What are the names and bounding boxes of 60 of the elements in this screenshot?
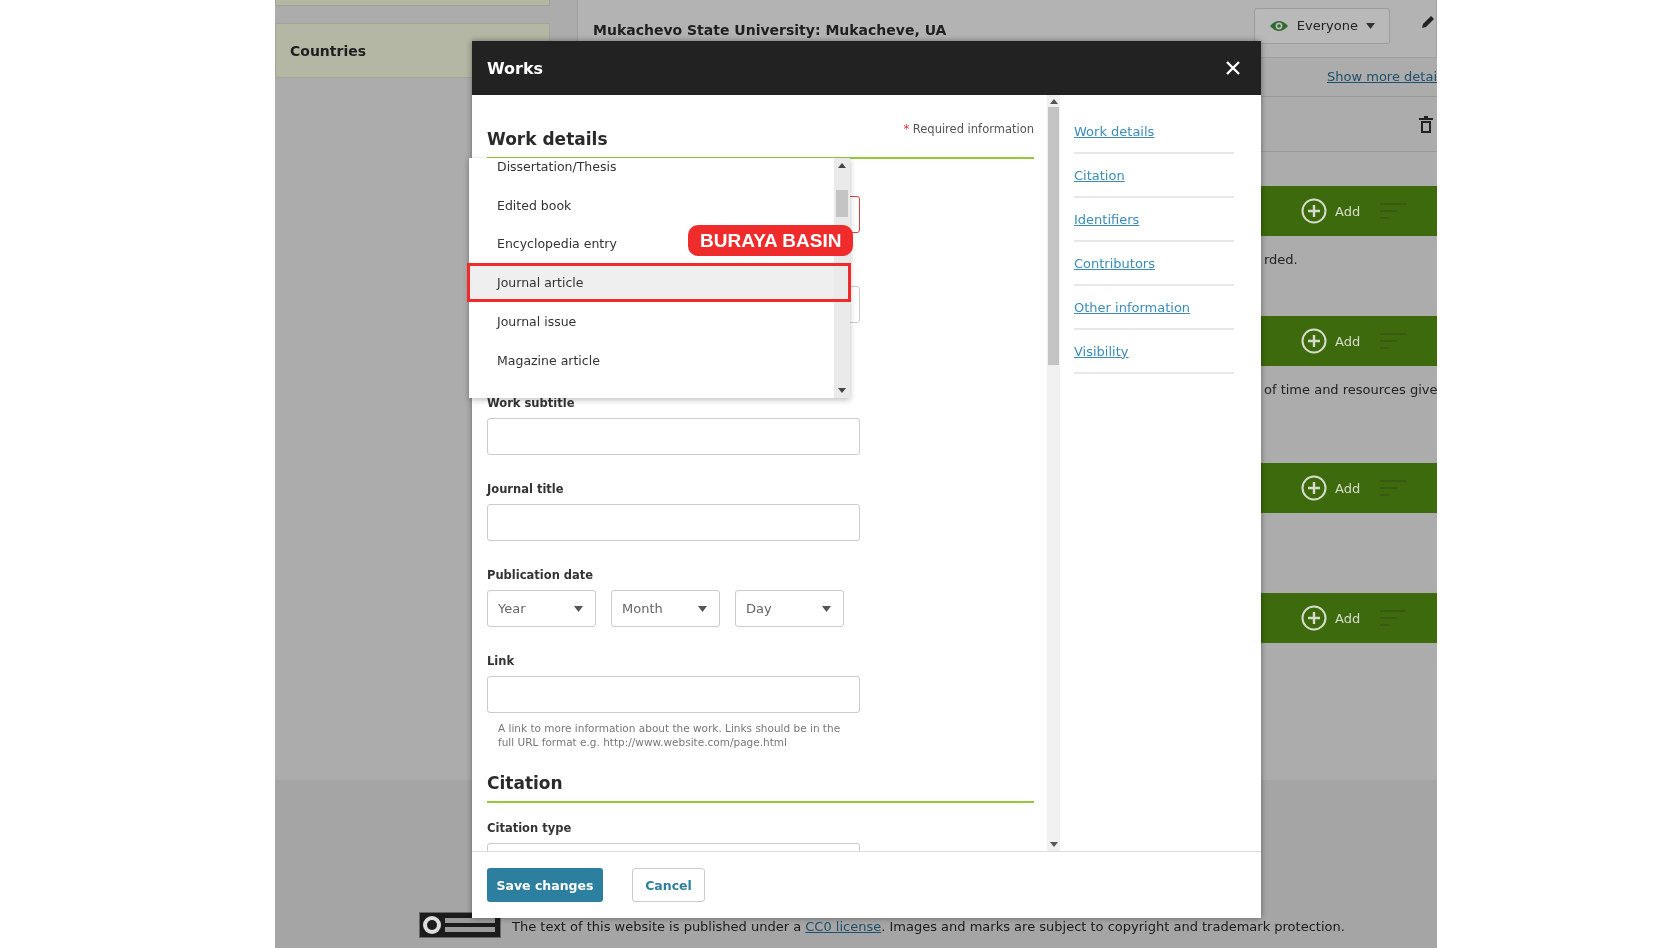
scroll-up-icon[interactable] (1049, 99, 1058, 104)
cancel-button[interactable]: Cancel (632, 868, 705, 902)
section-link[interactable]: Contributors (1074, 255, 1155, 271)
affiliation-title: Mukachevo State University: Mukacheve, UA (593, 20, 948, 38)
pencil-icon[interactable] (1420, 13, 1436, 30)
field-label: Work subtitle (487, 396, 576, 410)
field-label: Citation type (487, 821, 572, 835)
public-domain-badge-icon[interactable] (419, 912, 501, 938)
scroll-up-icon[interactable] (838, 163, 846, 168)
section-text: rded. (1263, 252, 1299, 267)
section-heading: Citation (487, 773, 563, 793)
trash-icon[interactable] (1419, 115, 1433, 133)
dropdown-option[interactable]: Magazine article (469, 341, 834, 380)
input-field[interactable] (487, 676, 860, 713)
section-heading: Work details (487, 129, 608, 149)
date-select[interactable]: Day (735, 590, 844, 627)
section-link[interactable]: Visibility (1074, 343, 1129, 359)
add-button[interactable]: Add (1301, 475, 1361, 501)
show-more-link[interactable]: Show more detai (1327, 69, 1437, 84)
caret-icon (698, 605, 707, 612)
date-select[interactable]: Month (611, 590, 720, 627)
help-text: A link to more information about the work. Links should be in the full URL format e.g. http://www.website.com/page.html (498, 721, 842, 749)
field-label: Link (487, 654, 516, 668)
add-button[interactable]: Add (1301, 605, 1361, 631)
scroll-down-icon[interactable] (1049, 842, 1058, 847)
input-field[interactable] (487, 418, 860, 455)
annotation-tooltip: BURAYA BASIN (688, 225, 854, 257)
dialog-title: Works (487, 58, 544, 78)
eye-icon (1268, 18, 1289, 33)
license-text: The text of this website is published under a CC0 license. Images and marks are subject to copyright and trademark protection. (512, 919, 1345, 934)
dropdown-option[interactable]: Journal issue (469, 302, 834, 341)
caret-icon (1366, 22, 1375, 29)
visibility-button[interactable]: Everyone (1253, 7, 1390, 44)
caret-icon (822, 605, 831, 612)
date-select[interactable]: Year (487, 590, 596, 627)
section-link[interactable]: Identifiers (1074, 211, 1140, 227)
dropdown-option[interactable]: Dissertation/Thesis (469, 158, 834, 186)
scrollbar[interactable] (1047, 95, 1060, 851)
add-button[interactable]: Add (1301, 328, 1361, 354)
plus-circle-icon (1301, 475, 1327, 501)
license-link[interactable]: CC0 license (805, 919, 882, 934)
field-label: Journal title (487, 482, 565, 496)
save-button[interactable]: Save changes (487, 868, 603, 902)
close-icon[interactable] (1225, 60, 1241, 76)
scroll-thumb[interactable] (836, 190, 848, 217)
plus-circle-icon (1301, 198, 1327, 224)
input-field[interactable] (487, 504, 860, 541)
field-label: Publication date (487, 568, 595, 582)
plus-circle-icon (1301, 328, 1327, 354)
plus-circle-icon (1301, 605, 1327, 631)
dropdown-option[interactable]: Edited book (469, 185, 834, 225)
section-link[interactable]: Work details (1074, 123, 1155, 139)
add-button[interactable]: Add (1301, 198, 1361, 224)
section-link[interactable]: Citation (1074, 167, 1125, 183)
scroll-thumb[interactable] (1048, 107, 1059, 365)
required-note: * Required information (903, 122, 1034, 136)
section-text: of time and resources give (1263, 382, 1437, 397)
section-link[interactable]: Other information (1074, 299, 1191, 315)
caret-icon (574, 605, 583, 612)
scroll-down-icon[interactable] (838, 388, 846, 393)
